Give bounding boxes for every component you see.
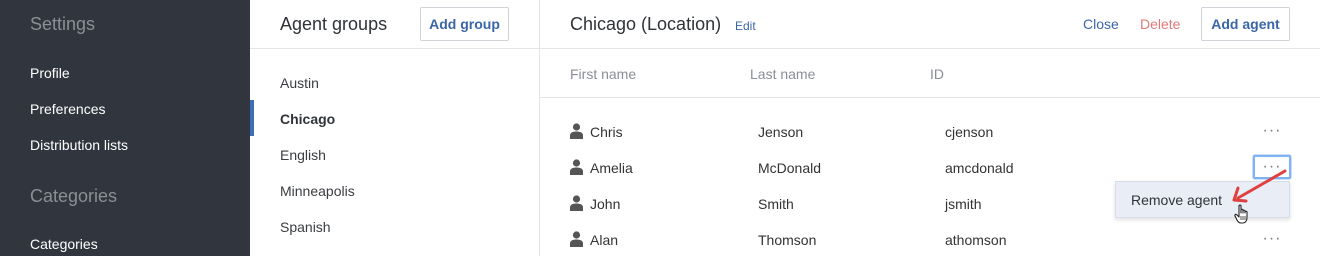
- settings-sidebar: Settings Profile Preferences Distributio…: [0, 0, 250, 256]
- sidebar-item-profile[interactable]: Profile: [30, 65, 70, 81]
- group-item-spanish[interactable]: Spanish: [280, 219, 331, 235]
- id-cell: jsmith: [945, 196, 982, 212]
- column-last-name[interactable]: Last name: [750, 66, 815, 82]
- more-options-icon[interactable]: ···: [1253, 119, 1291, 143]
- edit-group-link[interactable]: Edit: [735, 19, 756, 33]
- last-name-cell: Jenson: [758, 124, 804, 140]
- first-name-cell: Alan: [590, 232, 619, 248]
- annotation-arrow: [1232, 169, 1287, 203]
- person-icon: [570, 159, 583, 175]
- sidebar-item-categories[interactable]: Categories: [30, 236, 98, 252]
- first-name-cell: Chris: [590, 124, 623, 140]
- group-item-austin[interactable]: Austin: [280, 75, 319, 91]
- id-cell: amcdonald: [945, 160, 1014, 176]
- more-options-icon[interactable]: ···: [1253, 227, 1291, 251]
- last-name-cell: McDonald: [758, 160, 822, 176]
- table-row[interactable]: Alan Thomson athomson ···: [540, 222, 1320, 256]
- settings-heading: Settings: [30, 14, 96, 34]
- group-item-minneapolis[interactable]: Minneapolis: [280, 183, 355, 199]
- categories-heading: Categories: [30, 186, 118, 206]
- person-icon: [570, 123, 583, 139]
- remove-agent-menu-item[interactable]: Remove agent: [1131, 192, 1222, 208]
- column-id[interactable]: ID: [930, 66, 944, 82]
- group-title: Chicago (Location): [570, 14, 722, 34]
- agents-table-header: First name Last name ID: [540, 49, 1320, 98]
- group-item-english[interactable]: English: [280, 147, 326, 163]
- group-detail-header: Chicago (Location) Edit Close Delete Add…: [540, 0, 1320, 49]
- agent-groups-header: Agent groups Add group: [250, 0, 539, 49]
- person-icon: [570, 195, 583, 211]
- delete-group-button[interactable]: Delete: [1140, 16, 1180, 32]
- sidebar-item-preferences[interactable]: Preferences: [30, 101, 105, 117]
- id-cell: athomson: [945, 232, 1007, 248]
- table-row[interactable]: Chris Jenson cjenson ···: [540, 114, 1320, 150]
- group-item-chicago[interactable]: Chicago: [280, 111, 335, 127]
- sidebar-item-distribution-lists[interactable]: Distribution lists: [30, 137, 128, 153]
- selected-group-indicator: [250, 100, 254, 136]
- column-first-name[interactable]: First name: [570, 66, 636, 82]
- last-name-cell: Thomson: [758, 232, 817, 248]
- last-name-cell: Smith: [758, 196, 794, 212]
- person-icon: [570, 231, 583, 247]
- close-button[interactable]: Close: [1083, 16, 1119, 32]
- first-name-cell: John: [590, 196, 621, 212]
- agent-groups-title: Agent groups: [280, 14, 388, 34]
- agent-groups-panel: Agent groups Add group Austin Chicago En…: [250, 0, 540, 256]
- hand-cursor-icon: [1234, 204, 1248, 224]
- add-group-button[interactable]: Add group: [420, 7, 509, 41]
- add-agent-button[interactable]: Add agent: [1201, 7, 1290, 41]
- id-cell: cjenson: [945, 124, 994, 140]
- first-name-cell: Amelia: [590, 160, 633, 176]
